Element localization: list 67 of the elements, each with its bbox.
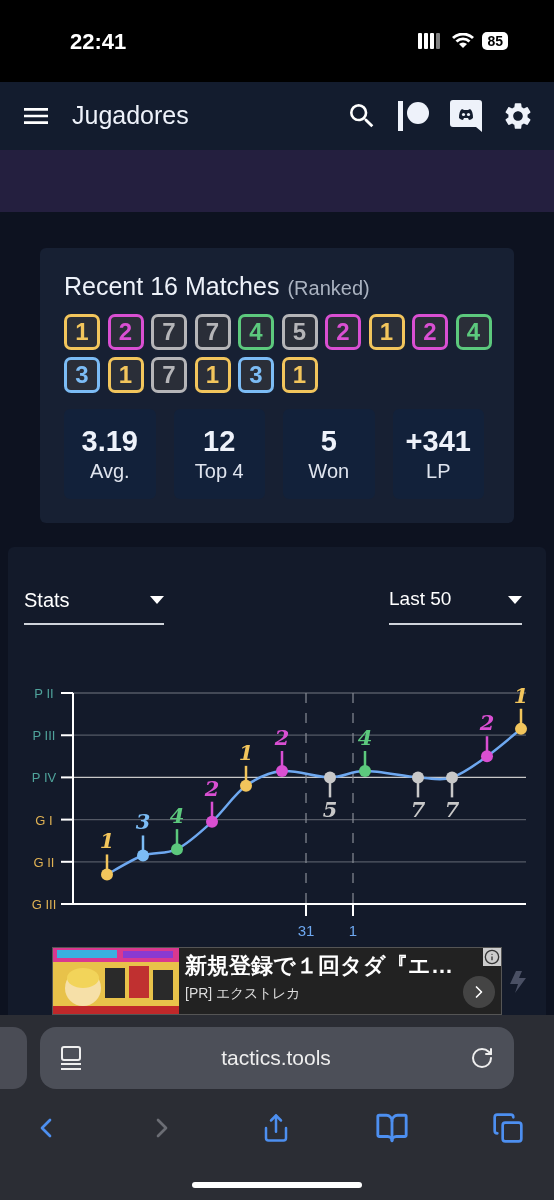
info-icon[interactable] <box>483 947 501 966</box>
reader-icon[interactable] <box>60 1045 82 1070</box>
placement-badge: 7 <box>151 356 187 393</box>
placement-label: 1 <box>238 739 254 765</box>
placement-label: 3 <box>135 808 151 834</box>
stat-label: Avg. <box>89 459 130 485</box>
ad-title: 新規登録で１回タダ『エ… <box>185 951 453 979</box>
placement-label: 4 <box>169 802 185 828</box>
placement-label: 1 <box>99 827 115 853</box>
placement-badge: 2 <box>412 313 448 350</box>
placement-label: 5 <box>322 796 338 822</box>
y-axis-label: G III <box>31 896 57 912</box>
page-title: Jugadores <box>72 100 190 132</box>
placement-badge: 2 <box>107 313 144 350</box>
stat-value: 12 <box>203 423 236 459</box>
stat-label: LP <box>426 459 451 485</box>
circle-and-bar-icon[interactable] <box>398 101 430 131</box>
placement-badge: 1 <box>368 313 405 350</box>
ad-sponsor: [PR] エクストレカ <box>185 984 302 1003</box>
placement-badge: 1 <box>281 356 318 393</box>
tabs-icon[interactable] <box>492 1111 524 1144</box>
stat-value: 3.19 <box>81 423 138 459</box>
y-axis-label: P III <box>32 727 56 743</box>
placement-badge: 3 <box>238 356 274 393</box>
wifi-icon <box>452 33 475 49</box>
placement-badge: 1 <box>64 313 100 350</box>
placement-badge: 4 <box>455 313 492 350</box>
status-time: 22:41 <box>70 27 127 56</box>
placement-badge: 5 <box>281 313 318 350</box>
placement-label: 2 <box>204 775 220 801</box>
placement-label: 2 <box>274 724 290 750</box>
lightning-icon <box>510 970 526 993</box>
battery-indicator: 85 <box>482 32 508 50</box>
placement-badge: 3 <box>64 356 100 393</box>
placement-label: 4 <box>357 724 373 750</box>
y-axis-label: P II <box>34 685 54 701</box>
stat-value: +341 <box>405 423 471 459</box>
address-bar[interactable]: tactics.tools <box>40 1026 514 1089</box>
placement-badge: 7 <box>194 313 231 350</box>
placement-label: 1 <box>513 682 529 708</box>
caret-icon <box>150 595 164 604</box>
stat-dropdown[interactable]: Stats <box>24 584 164 625</box>
placement-label: 2 <box>479 709 495 735</box>
x-axis-label: 1 <box>348 921 358 939</box>
placement-label: 7 <box>444 796 460 822</box>
caret-icon <box>508 595 522 604</box>
placement-badge: 1 <box>194 356 231 393</box>
placement-badge: 1 <box>107 356 144 393</box>
stat-label: Top 4 <box>194 459 244 485</box>
placement-badge: 4 <box>238 313 274 350</box>
next-button[interactable] <box>463 975 495 1008</box>
ad-banner[interactable]: 新規登録で１回タダ『エ… [PR] エクストレカ <box>52 946 502 1015</box>
stat-value: 5 <box>320 423 337 459</box>
stat-label: Won <box>308 459 350 485</box>
reload-icon[interactable] <box>470 1045 494 1070</box>
placement-label: 7 <box>410 796 426 822</box>
y-axis-label: G II <box>33 854 55 870</box>
chat-bubble-icon[interactable] <box>450 100 482 132</box>
placement-badge: 7 <box>151 313 187 350</box>
card-title: Recent 16 Matches <box>64 271 280 302</box>
range-dropdown[interactable]: Last 50 <box>389 584 522 625</box>
y-axis-label: P IV <box>31 769 57 785</box>
url-text: tactics.tools <box>220 1044 332 1071</box>
y-axis-label: G I <box>35 812 53 828</box>
x-axis-label: 31 <box>297 921 315 939</box>
card-subtitle: (Ranked) <box>287 276 370 301</box>
placement-badge: 2 <box>325 313 361 350</box>
